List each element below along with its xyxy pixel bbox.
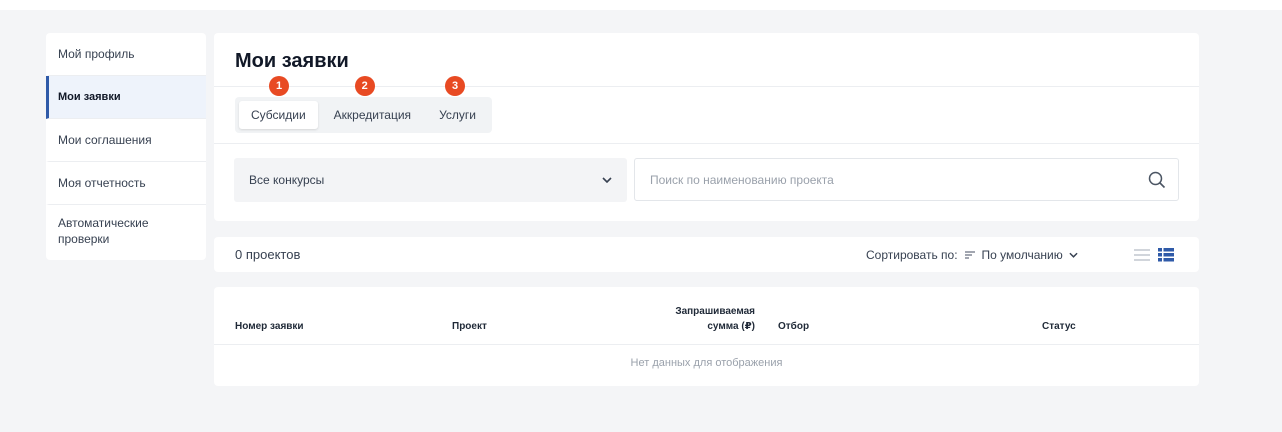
sidebar-item-label: Мои заявки (58, 90, 121, 103)
project-search-input[interactable]: Поиск по наименованию проекта (634, 158, 1179, 201)
sidebar-item-profile[interactable]: Мой профиль (46, 33, 206, 76)
sidebar: Мой профиль Мои заявки Мои соглашения Мо… (46, 33, 206, 260)
divider (214, 143, 1199, 144)
tab-label: Услуги (439, 108, 476, 122)
chevron-down-icon (1069, 252, 1078, 258)
divider (214, 344, 1199, 345)
applications-header-card: Мои заявки 1 Субсидии 2 Аккредитация 3 У… (214, 33, 1199, 221)
chevron-down-icon (602, 177, 612, 183)
sidebar-item-label: Моя отчетность (58, 175, 146, 190)
project-count: 0 проектов (235, 247, 301, 262)
column-header-number: Номер заявки (235, 321, 304, 332)
step-badge: 3 (445, 76, 466, 96)
tab-bar: 1 Субсидии 2 Аккредитация 3 Услуги (235, 76, 492, 133)
sidebar-item-label: Автоматические проверки (58, 216, 149, 247)
view-toggle (1134, 248, 1174, 262)
top-bar (0, 0, 1282, 10)
results-bar: 0 проектов Сортировать по: По умолчанию (214, 237, 1199, 272)
tab-services[interactable]: 3 Услуги (427, 76, 488, 129)
tab-label: Субсидии (251, 108, 306, 122)
tab-accreditation[interactable]: 2 Аккредитация (322, 76, 423, 129)
search-icon[interactable] (1148, 171, 1166, 189)
sidebar-item-label: Мой профиль (58, 46, 135, 61)
step-badge: 1 (269, 76, 289, 96)
column-header-amount: Запрашиваемая сумма (₽) (675, 306, 755, 332)
sort-icon (964, 251, 975, 259)
sort-control[interactable]: Сортировать по: По умолчанию (866, 248, 1078, 262)
tab-label: Аккредитация (333, 108, 412, 122)
sidebar-item-reports[interactable]: Моя отчетность (46, 162, 206, 205)
sidebar-item-label: Мои соглашения (58, 132, 152, 147)
column-header-status: Статус (1042, 321, 1076, 332)
grid-view-icon[interactable] (1158, 248, 1174, 262)
sidebar-item-agreements[interactable]: Мои соглашения (46, 119, 206, 162)
sort-value: По умолчанию (981, 248, 1063, 262)
tab-subsidies[interactable]: 1 Субсидии (239, 76, 318, 129)
select-value: Все конкурсы (249, 173, 325, 187)
list-view-icon[interactable] (1134, 248, 1150, 262)
applications-table: Номер заявки Проект Запрашиваемая сумма … (214, 287, 1199, 386)
search-placeholder: Поиск по наименованию проекта (650, 172, 834, 187)
sort-label: Сортировать по: (866, 248, 958, 262)
column-header-selection: Отбор (778, 321, 810, 332)
sidebar-item-applications[interactable]: Мои заявки (46, 76, 206, 119)
empty-state: Нет данных для отображения (630, 357, 783, 369)
step-badge: 2 (354, 76, 375, 96)
column-header-project: Проект (452, 321, 487, 332)
sidebar-item-auto-checks[interactable]: Автоматические проверки (46, 205, 206, 260)
page-title: Мои заявки (235, 50, 349, 72)
contest-filter-select[interactable]: Все конкурсы (234, 158, 627, 202)
